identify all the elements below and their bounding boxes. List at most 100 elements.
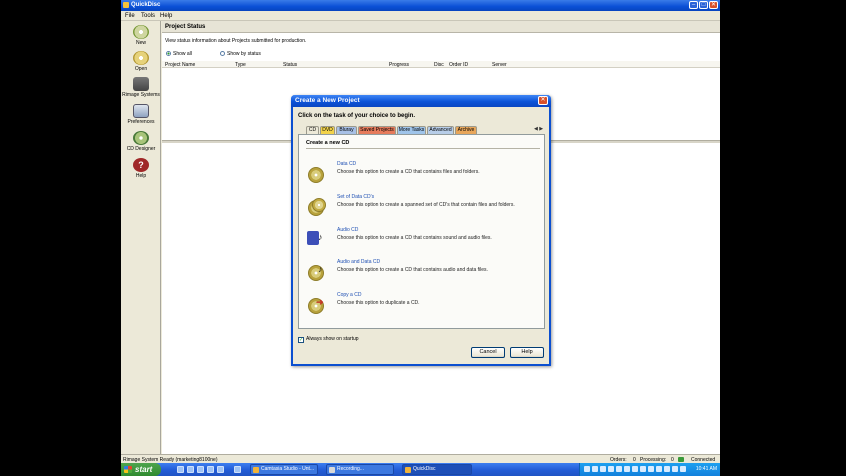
radio-dot bbox=[166, 51, 171, 56]
windows-flag-icon bbox=[124, 466, 132, 473]
task-quickdisc[interactable]: QuickDisc bbox=[402, 464, 472, 475]
option-title[interactable]: Data CD bbox=[337, 161, 356, 167]
left-nav: New Open Rimage Systems Preferences CD D… bbox=[121, 21, 161, 454]
dialog-titlebar[interactable]: Create a New Project ✕ bbox=[291, 95, 551, 107]
option-title[interactable]: Audio CD bbox=[337, 227, 358, 233]
tray-icon[interactable] bbox=[624, 466, 630, 472]
option-title[interactable]: Copy a CD bbox=[337, 292, 361, 298]
task-camtasia[interactable]: Camtasia Studio - Unt... bbox=[250, 464, 318, 475]
nav-rimage-systems[interactable]: Rimage Systems bbox=[121, 77, 161, 98]
menu-file[interactable]: File bbox=[125, 13, 135, 19]
option-description: Choose this option to create a spanned s… bbox=[337, 202, 515, 208]
quicklaunch-ie-icon[interactable] bbox=[177, 466, 184, 473]
open-icon bbox=[133, 51, 149, 65]
column-server[interactable]: Server bbox=[492, 62, 507, 68]
nav-label: Open bbox=[134, 66, 148, 72]
menu-bar: File Tools Help bbox=[121, 11, 720, 21]
tray-icon[interactable] bbox=[664, 466, 670, 472]
option-set-of-data-cds[interactable]: Set of Data CD's Choose this option to c… bbox=[306, 194, 540, 222]
tray-icon[interactable] bbox=[592, 466, 598, 472]
always-show-checkbox[interactable]: ✓ Always show on startup bbox=[298, 336, 359, 343]
nav-label: New bbox=[135, 40, 146, 46]
nav-label: Help bbox=[135, 173, 147, 179]
start-button[interactable]: start bbox=[121, 463, 161, 476]
data-cd-icon bbox=[306, 165, 328, 185]
tab-saved-projects[interactable]: Saved Projects bbox=[358, 126, 396, 134]
option-audio-and-data-cd[interactable]: ♪ Audio and Data CD Choose this option t… bbox=[306, 259, 540, 287]
close-button[interactable]: ✕ bbox=[709, 1, 718, 9]
nav-help[interactable]: ? Help bbox=[121, 158, 161, 179]
tab-more-tasks[interactable]: More Tasks bbox=[397, 126, 426, 134]
cancel-button[interactable]: Cancel bbox=[471, 347, 505, 358]
create-project-dialog: Create a New Project ✕ Click on the task… bbox=[291, 95, 551, 366]
help-button[interactable]: Help bbox=[510, 347, 544, 358]
tray-icon[interactable] bbox=[640, 466, 646, 472]
task-recording[interactable]: Recording... bbox=[326, 464, 394, 475]
tab-dvd[interactable]: DVD bbox=[320, 126, 335, 134]
tray-icon[interactable] bbox=[600, 466, 606, 472]
window-titlebar: QuickDisc – □ ✕ bbox=[121, 0, 720, 11]
column-disc[interactable]: Disc bbox=[434, 62, 444, 68]
option-title[interactable]: Audio and Data CD bbox=[337, 259, 380, 265]
system-tray: 10:41 AM bbox=[579, 463, 720, 476]
camtasia-icon bbox=[253, 467, 259, 473]
tray-icon[interactable] bbox=[584, 466, 590, 472]
project-status-description: View status information about Projects s… bbox=[165, 38, 307, 44]
option-description: Choose this option to create a CD that c… bbox=[337, 235, 492, 241]
tab-cd[interactable]: CD bbox=[306, 126, 319, 134]
option-audio-cd[interactable]: ♪ Audio CD Choose this option to create … bbox=[306, 227, 540, 255]
radio-dot bbox=[220, 51, 225, 56]
cd-tab-panel: Create a new CD Data CD Choose this opti… bbox=[298, 134, 545, 329]
task-label: Camtasia Studio - Unt... bbox=[261, 466, 315, 472]
column-type[interactable]: Type bbox=[235, 62, 246, 68]
tray-icon[interactable] bbox=[648, 466, 654, 472]
audio-cd-icon: ♪ bbox=[306, 231, 328, 251]
clock: 10:41 AM bbox=[695, 466, 717, 472]
tray-icon[interactable] bbox=[656, 466, 662, 472]
nav-cd-designer[interactable]: CD Designer bbox=[121, 131, 161, 152]
quicklaunch-app-icon[interactable] bbox=[217, 466, 224, 473]
radio-show-by-status[interactable]: Show by status bbox=[220, 51, 261, 57]
nav-preferences[interactable]: Preferences bbox=[121, 104, 161, 125]
rimage-systems-icon bbox=[133, 77, 149, 91]
recording-icon bbox=[329, 467, 335, 473]
tray-icon[interactable] bbox=[680, 466, 686, 472]
option-data-cd[interactable]: Data CD Choose this option to create a C… bbox=[306, 161, 540, 189]
quicklaunch-explorer-icon[interactable] bbox=[207, 466, 214, 473]
quicklaunch-media-icon[interactable] bbox=[197, 466, 204, 473]
nav-open[interactable]: Open bbox=[121, 51, 161, 72]
checkbox-checked-icon: ✓ bbox=[298, 337, 304, 343]
tab-bluray[interactable]: Bluray bbox=[336, 126, 357, 134]
column-order-id[interactable]: Order ID bbox=[449, 62, 468, 68]
status-bar: Rimage System Ready (marketing8100ne) Or… bbox=[121, 454, 720, 463]
tray-icon[interactable] bbox=[616, 466, 622, 472]
column-status[interactable]: Status bbox=[283, 62, 297, 68]
radio-show-all[interactable]: Show all bbox=[166, 51, 192, 57]
dialog-title: Create a New Project bbox=[295, 97, 360, 104]
menu-tools[interactable]: Tools bbox=[141, 13, 155, 19]
column-progress[interactable]: Progress bbox=[389, 62, 409, 68]
column-project-name[interactable]: Project Name bbox=[165, 62, 195, 68]
nav-label: CD Designer bbox=[126, 146, 156, 152]
tab-scroll-arrows[interactable]: ◀ ▶ bbox=[534, 126, 543, 132]
minimize-button[interactable]: – bbox=[689, 1, 698, 9]
audio-data-cd-icon: ♪ bbox=[306, 263, 328, 283]
tray-icon[interactable] bbox=[608, 466, 614, 472]
tray-icon[interactable] bbox=[632, 466, 638, 472]
option-title[interactable]: Set of Data CD's bbox=[337, 194, 374, 200]
tab-archive[interactable]: Archive bbox=[455, 126, 477, 134]
quicklaunch-desktop-icon[interactable] bbox=[187, 466, 194, 473]
copy-cd-icon: ➜ bbox=[306, 296, 328, 316]
dialog-close-button[interactable]: ✕ bbox=[538, 96, 548, 105]
maximize-button[interactable]: □ bbox=[699, 1, 708, 9]
option-copy-a-cd[interactable]: ➜ Copy a CD Choose this option to duplic… bbox=[306, 292, 540, 320]
new-disc-icon bbox=[133, 25, 149, 39]
data-cd-set-icon bbox=[306, 198, 328, 218]
quicklaunch-extra-icon[interactable] bbox=[234, 466, 241, 473]
tab-advanced[interactable]: Advanced bbox=[427, 126, 454, 134]
tray-icon[interactable] bbox=[672, 466, 678, 472]
menu-help[interactable]: Help bbox=[160, 13, 172, 19]
project-status-header: Project Status bbox=[162, 21, 720, 33]
nav-new[interactable]: New bbox=[121, 25, 161, 46]
panel-divider bbox=[306, 148, 540, 149]
